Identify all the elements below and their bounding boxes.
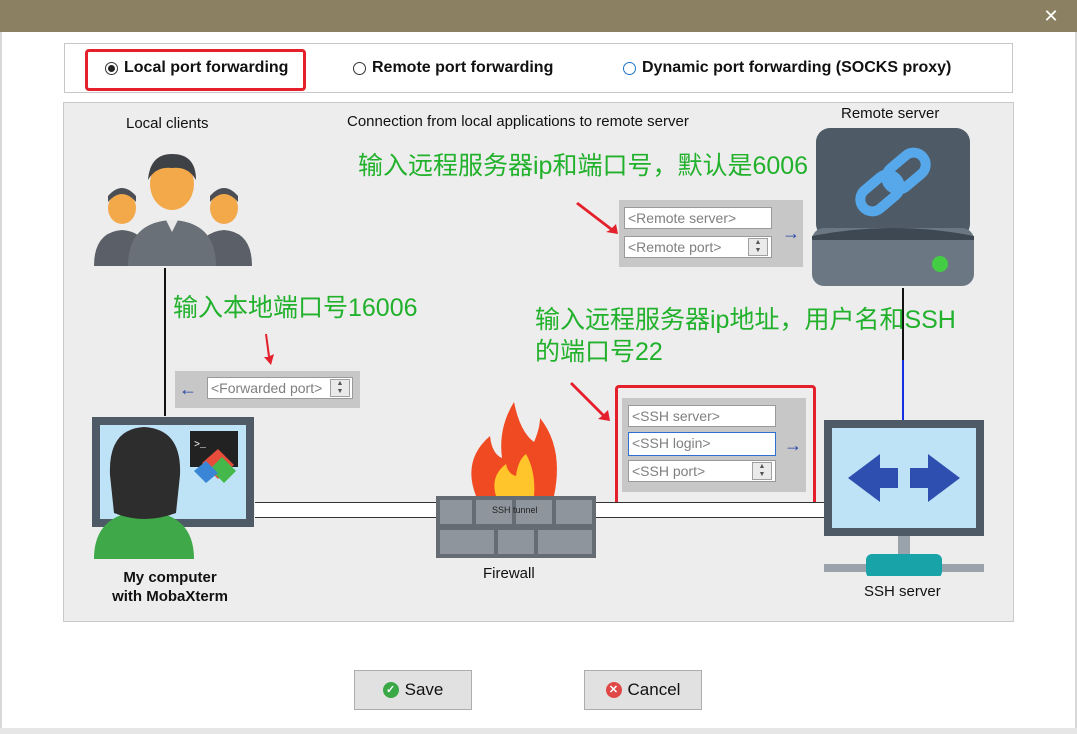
ssh-server-icon xyxy=(824,420,984,576)
diagram-description: Connection from local applications to re… xyxy=(347,113,689,130)
arrow-left-icon: ← xyxy=(179,379,197,399)
remote-server-label: Remote server xyxy=(841,105,940,122)
remote-server-link-line xyxy=(902,360,904,420)
highlight-local-radio xyxy=(85,49,306,91)
cancel-button[interactable]: ✕ Cancel xyxy=(584,670,702,710)
window-edge-left xyxy=(0,32,2,734)
radio-dynamic-forwarding[interactable]: Dynamic port forwarding (SOCKS proxy) xyxy=(623,44,951,92)
my-computer-label-line2: with MobaXterm xyxy=(112,588,228,605)
checkmark-icon: ✓ xyxy=(382,682,399,698)
ssh-annotation-line2: 的端口号22 xyxy=(535,338,663,366)
remote-server-icon xyxy=(812,128,974,286)
remote-server-input[interactable]: <Remote server> xyxy=(624,207,772,229)
pointer-arrow-icon xyxy=(264,334,274,365)
pointer-arrow-icon xyxy=(576,202,618,234)
local-clients-label: Local clients xyxy=(126,115,209,132)
remote-server-annotation: 输入远程服务器ip和端口号，默认是6006 xyxy=(358,152,809,180)
window-edge-bottom xyxy=(0,728,1077,734)
my-computer-icon: >_ xyxy=(92,417,254,559)
close-icon[interactable]: ✕ xyxy=(1039,4,1063,28)
radio-label: Remote port forwarding xyxy=(372,59,554,76)
ssh-tunnel-label: SSH tunnel xyxy=(492,505,538,515)
firewall-label: Firewall xyxy=(483,565,535,582)
radio-remote-forwarding[interactable]: Remote port forwarding xyxy=(353,44,553,92)
cancel-button-label: Cancel xyxy=(627,680,681,699)
title-bar: ✕ xyxy=(0,0,1077,32)
arrow-right-icon: → xyxy=(782,223,800,243)
radio-label: Dynamic port forwarding (SOCKS proxy) xyxy=(642,59,952,76)
forwarded-port-stepper[interactable]: ▲ ▼ xyxy=(330,379,350,397)
ssh-annotation-line1: 输入远程服务器ip地址，用户名和SSH xyxy=(535,306,956,334)
firewall-icon xyxy=(436,402,596,558)
radio-unchecked-icon[interactable] xyxy=(353,61,366,75)
ssh-server-label: SSH server xyxy=(864,583,941,600)
cancel-x-icon: ✕ xyxy=(605,682,622,698)
save-button-label: Save xyxy=(404,680,444,699)
local-client-connection-line xyxy=(164,268,166,416)
highlight-ssh-fields xyxy=(615,385,816,506)
local-port-annotation: 输入本地端口号16006 xyxy=(173,294,418,322)
local-clients-icon xyxy=(94,154,252,266)
my-computer-label-line1: My computer xyxy=(123,569,217,586)
svg-text:>_: >_ xyxy=(194,440,207,451)
radio-unchecked-icon[interactable] xyxy=(623,61,636,75)
save-button[interactable]: ✓ Save xyxy=(354,670,472,710)
remote-port-stepper[interactable]: ▲ ▼ xyxy=(748,238,768,256)
